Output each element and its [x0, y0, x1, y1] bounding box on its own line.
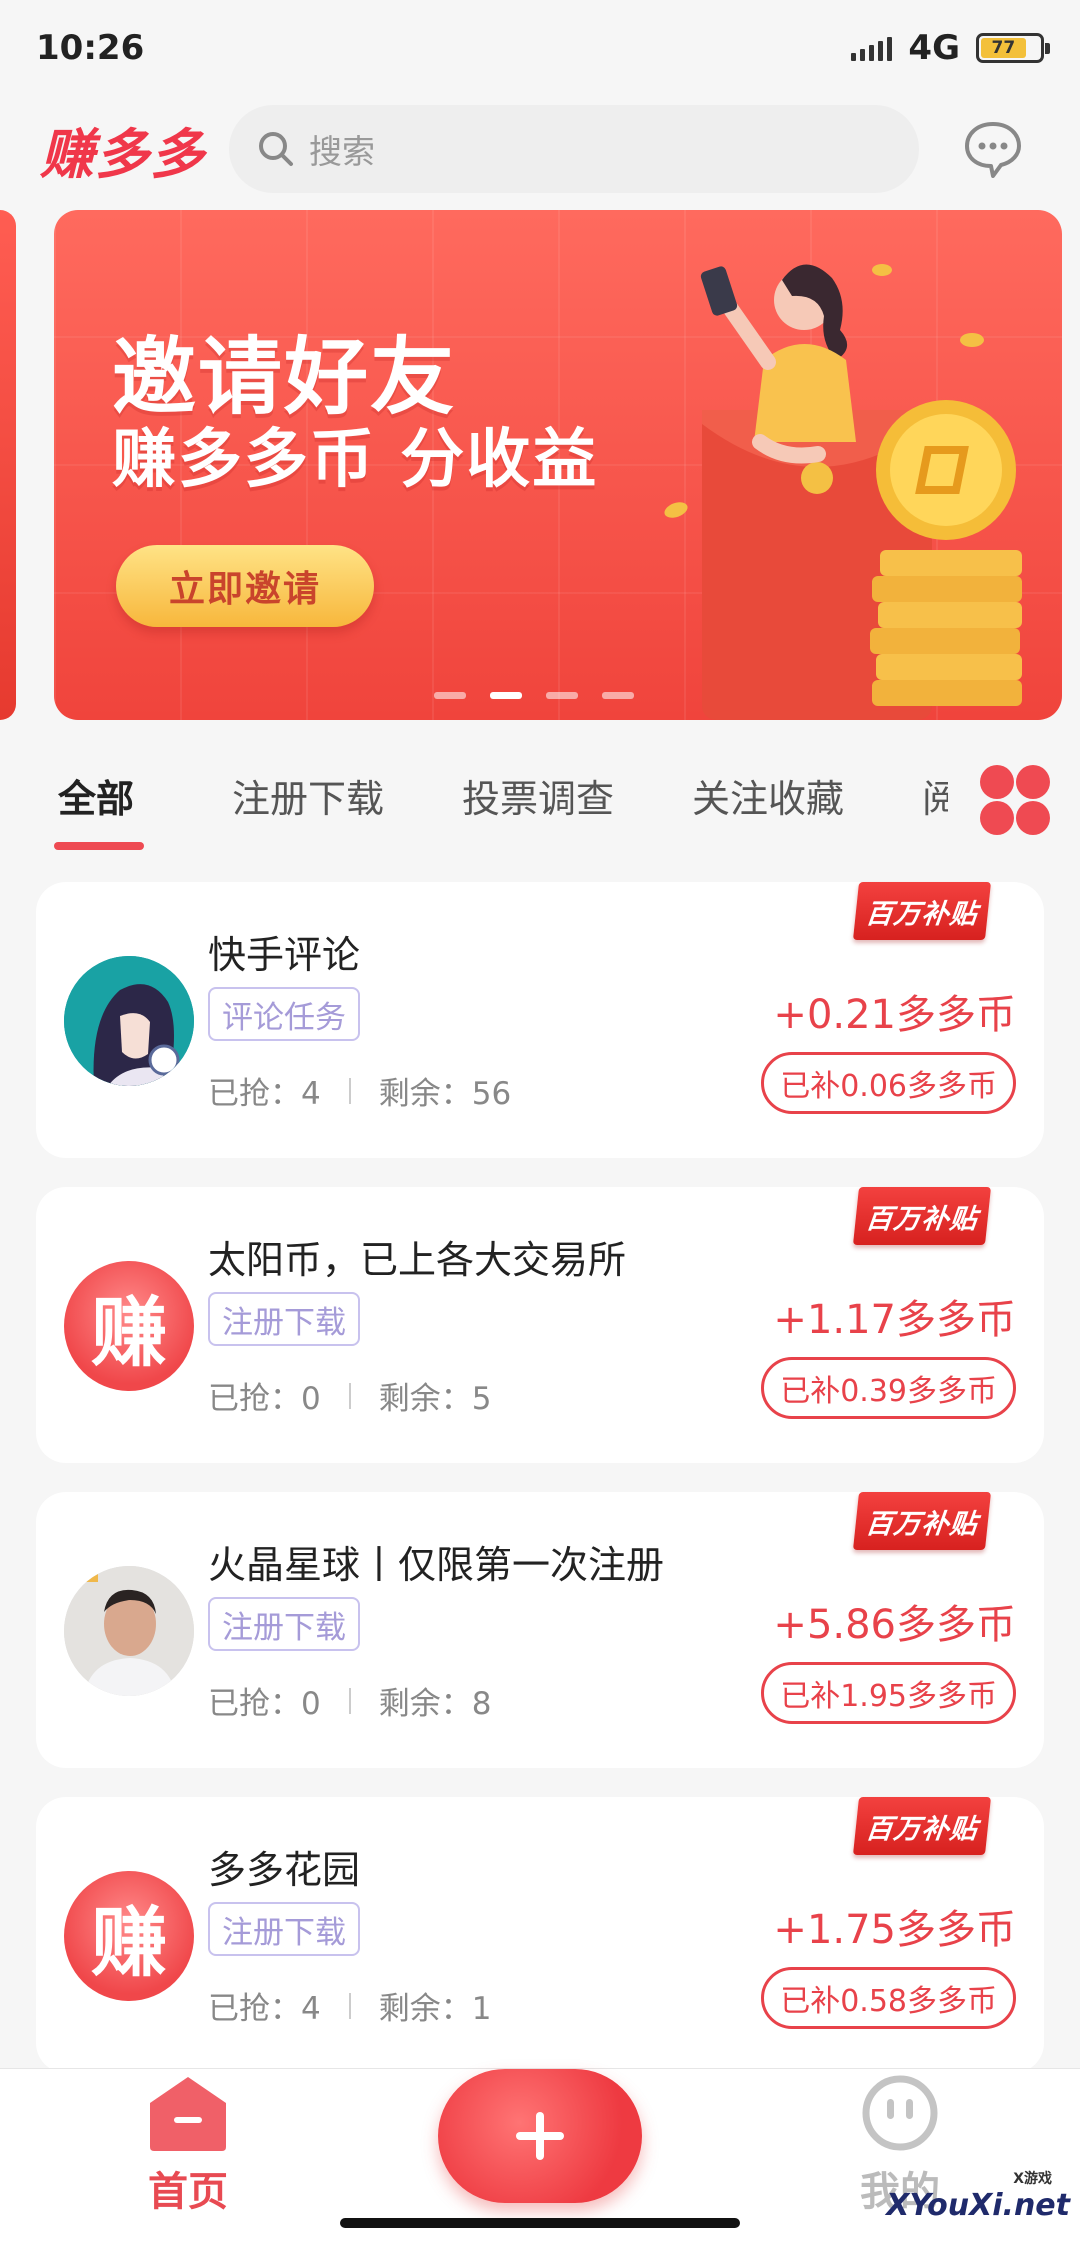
stats-divider	[348, 1992, 351, 2019]
task-subsidy-pill: 已补0.39多多币	[761, 1357, 1016, 1419]
task-type-tag: 注册下载	[208, 1902, 360, 1956]
network-type: 4G	[908, 28, 960, 68]
task-title: 太阳币，已上各大交易所	[208, 1238, 627, 1282]
home-indicator	[340, 2218, 740, 2228]
banner-subtitle: 赚多多币 分收益	[112, 423, 599, 497]
task-subsidy-pill: 已补0.58多多币	[761, 1967, 1016, 2029]
task-stats: 已抢：4 剩余：56	[208, 1068, 511, 1113]
task-avatar-zhuan: 赚	[64, 1871, 194, 2001]
status-time: 10:26	[36, 28, 145, 68]
invite-banner[interactable]: 邀请好友 赚多多币 分收益 立即邀请	[54, 210, 1062, 720]
profile-face-icon	[862, 2075, 938, 2151]
status-bar: 10:26 4G 77	[0, 0, 1080, 96]
search-placeholder: 搜索	[309, 132, 375, 171]
tab-active-underline	[54, 842, 144, 850]
battery-level: 77	[981, 38, 1026, 58]
stats-divider	[348, 1382, 351, 1409]
task-grabbed: 已抢：4	[208, 1076, 321, 1112]
task-remaining: 剩余：8	[378, 1686, 492, 1722]
message-icon[interactable]	[963, 120, 1023, 178]
subsidy-badge: 百万补贴	[852, 1492, 992, 1550]
publish-task-button[interactable]	[438, 2069, 642, 2203]
category-tabs: 全部 注册下载 投票调查 关注收藏 阅	[0, 740, 1080, 860]
nav-home[interactable]: 首页	[128, 2073, 248, 2223]
tab-register-download[interactable]: 注册下载	[232, 768, 384, 823]
banner-prev-peek	[0, 210, 16, 720]
app-logo: 赚多多	[40, 122, 205, 186]
task-title: 多多花园	[208, 1848, 361, 1892]
tab-follow-favorite[interactable]: 关注收藏	[692, 768, 844, 823]
tab-vote-survey[interactable]: 投票调查	[462, 768, 614, 823]
stats-divider	[348, 1077, 351, 1104]
task-reward: +0.21多多币	[773, 992, 1016, 1038]
invite-now-button[interactable]: 立即邀请	[116, 545, 374, 627]
task-reward: +1.75多多币	[773, 1907, 1016, 1953]
task-stats: 已抢：4 剩余：1	[208, 1983, 491, 2028]
task-reward: +1.17多多币	[773, 1297, 1016, 1343]
person-photo-icon	[64, 1566, 194, 1696]
banner-illustration	[664, 264, 1022, 720]
plus-icon	[516, 2112, 564, 2160]
task-grabbed: 已抢：0	[208, 1686, 321, 1722]
task-card[interactable]: 百万补贴 火晶星球丨仅限第一次注册 注册下载 已抢：0 剩余：8 +5.86多多…	[36, 1492, 1044, 1768]
battery-icon: 77	[976, 33, 1050, 63]
banner-dot	[602, 692, 634, 699]
tab-all[interactable]: 全部	[58, 768, 134, 823]
banner-pagination	[434, 692, 634, 699]
task-avatar-zhuan: 赚	[64, 1261, 194, 1391]
task-remaining: 剩余：5	[378, 1381, 492, 1417]
watermark-small: X游戏	[1013, 2171, 1052, 2187]
task-type-tag: 评论任务	[208, 987, 360, 1041]
home-icon	[150, 2077, 226, 2151]
stats-divider	[348, 1687, 351, 1714]
task-reward: +5.86多多币	[773, 1602, 1016, 1648]
subsidy-badge: 百万补贴	[852, 882, 992, 940]
task-subsidy-pill: 已补1.95多多币	[761, 1662, 1016, 1724]
clover-grid-icon	[980, 765, 1050, 835]
anime-girl-icon	[64, 956, 194, 1086]
nav-home-label: 首页	[148, 2169, 228, 2215]
banner-dot	[546, 692, 578, 699]
app-header: 赚多多 搜索	[0, 98, 1080, 200]
task-stats: 已抢：0 剩余：5	[208, 1373, 491, 1418]
task-stats: 已抢：0 剩余：8	[208, 1678, 491, 1723]
task-type-tag: 注册下载	[208, 1292, 360, 1346]
category-grid-button[interactable]	[950, 740, 1080, 860]
task-grabbed: 已抢：4	[208, 1991, 321, 2027]
task-avatar-anime	[64, 956, 194, 1086]
subsidy-badge: 百万补贴	[852, 1187, 992, 1245]
signal-icon	[851, 35, 893, 61]
task-title: 快手评论	[208, 933, 361, 977]
task-card[interactable]: 百万补贴 赚 太阳币，已上各大交易所 注册下载 已抢：0 剩余：5 +1.17多…	[36, 1187, 1044, 1463]
task-grabbed: 已抢：0	[208, 1381, 321, 1417]
site-watermark: X游戏 XYouXi.net	[886, 2171, 1070, 2223]
banner-dot-active	[490, 692, 522, 699]
search-icon	[259, 132, 293, 166]
task-type-tag: 注册下载	[208, 1597, 360, 1651]
watermark-text: XYouXi.net	[886, 2188, 1070, 2223]
task-card[interactable]: 百万补贴 快手评论 评论任务 已抢：4 剩余：56 +0.21多多币 已补0.0…	[36, 882, 1044, 1158]
search-input[interactable]: 搜索	[229, 105, 919, 193]
banner-dot	[434, 692, 466, 699]
subsidy-badge: 百万补贴	[852, 1797, 992, 1855]
task-subsidy-pill: 已补0.06多多币	[761, 1052, 1016, 1114]
task-avatar-person	[64, 1566, 194, 1696]
tab-read[interactable]: 阅	[922, 768, 948, 823]
task-remaining: 剩余：56	[378, 1076, 512, 1112]
task-title: 火晶星球丨仅限第一次注册	[208, 1543, 665, 1587]
task-card[interactable]: 百万补贴 赚 多多花园 注册下载 已抢：4 剩余：1 +1.75多多币 已补0.…	[36, 1797, 1044, 2073]
task-remaining: 剩余：1	[378, 1991, 492, 2027]
